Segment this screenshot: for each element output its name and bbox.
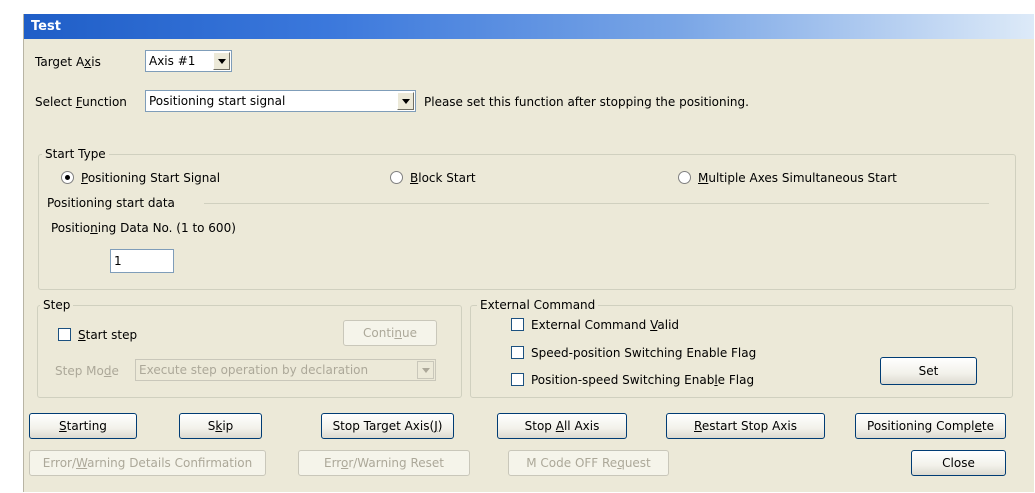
radio-positioning-start-signal[interactable] (61, 171, 74, 184)
error-warning-reset-button[interactable]: Error/Warning Reset (298, 450, 470, 476)
radio-label-positioning-start-signal: Positioning Start Signal (81, 171, 221, 185)
continue-button[interactable]: Continue (343, 320, 437, 346)
positioning-data-no-label: Positioning Data No. (1 to 600) (51, 221, 236, 235)
error-warning-details-button[interactable]: Error/Warning Details Confirmation (29, 450, 266, 476)
step-mode-select[interactable]: Execute step operation by declaration (135, 359, 436, 381)
external-command-title: External Command (477, 298, 599, 312)
external-command-valid-checkbox[interactable] (511, 318, 524, 331)
step-mode-value: Execute step operation by declaration (139, 363, 369, 377)
radio-block-start[interactable] (390, 171, 403, 184)
select-function-label: Select Function (35, 95, 127, 109)
step-mode-label: Step Mode (55, 364, 119, 378)
positioning-complete-button[interactable]: Positioning Complete (855, 413, 1006, 439)
dialog-title: Test (24, 14, 1034, 39)
start-step-checkbox[interactable] (58, 328, 71, 341)
positioning-data-no-input[interactable]: 1 (110, 249, 174, 273)
starting-button[interactable]: Starting (29, 413, 137, 439)
position-speed-switching-label: Position-speed Switching Enable Flag (531, 373, 755, 387)
test-dialog: Test Target Axis Axis #1 Select Function… (23, 14, 1034, 492)
divider (204, 203, 989, 204)
chevron-down-icon[interactable] (213, 52, 230, 70)
chevron-down-icon[interactable] (417, 361, 434, 379)
set-button[interactable]: Set (880, 357, 977, 385)
radio-multiple-axes-simultaneous-start[interactable] (678, 171, 691, 184)
target-axis-label: Target Axis (35, 55, 101, 69)
speed-position-switching-label: Speed-position Switching Enable Flag (531, 346, 757, 360)
select-function-note: Please set this function after stopping … (424, 95, 749, 109)
radio-label-block-start: Block Start (410, 171, 476, 185)
start-step-label: Start step (78, 328, 138, 342)
radio-label-multiple-axes: Multiple Axes Simultaneous Start (698, 171, 897, 185)
positioning-start-data-heading: Positioning start data (47, 196, 175, 210)
step-group (37, 305, 462, 398)
start-type-title: Start Type (42, 147, 109, 161)
select-function-select[interactable]: Positioning start signal (145, 90, 416, 112)
external-command-valid-label: External Command Valid (531, 318, 680, 332)
target-axis-select[interactable]: Axis #1 (145, 50, 232, 72)
target-axis-value: Axis #1 (149, 54, 196, 68)
chevron-down-icon[interactable] (397, 92, 414, 110)
select-function-value: Positioning start signal (149, 94, 286, 108)
stop-all-axis-button[interactable]: Stop All Axis (497, 413, 627, 439)
stop-target-axis-button[interactable]: Stop Target Axis(J) (321, 413, 454, 439)
skip-button[interactable]: Skip (179, 413, 262, 439)
m-code-off-request-button[interactable]: M Code OFF Request (508, 450, 669, 476)
position-speed-switching-checkbox[interactable] (511, 373, 524, 386)
step-title: Step (40, 298, 74, 312)
speed-position-switching-checkbox[interactable] (511, 346, 524, 359)
close-button[interactable]: Close (911, 450, 1006, 476)
restart-stop-axis-button[interactable]: Restart Stop Axis (666, 413, 825, 439)
